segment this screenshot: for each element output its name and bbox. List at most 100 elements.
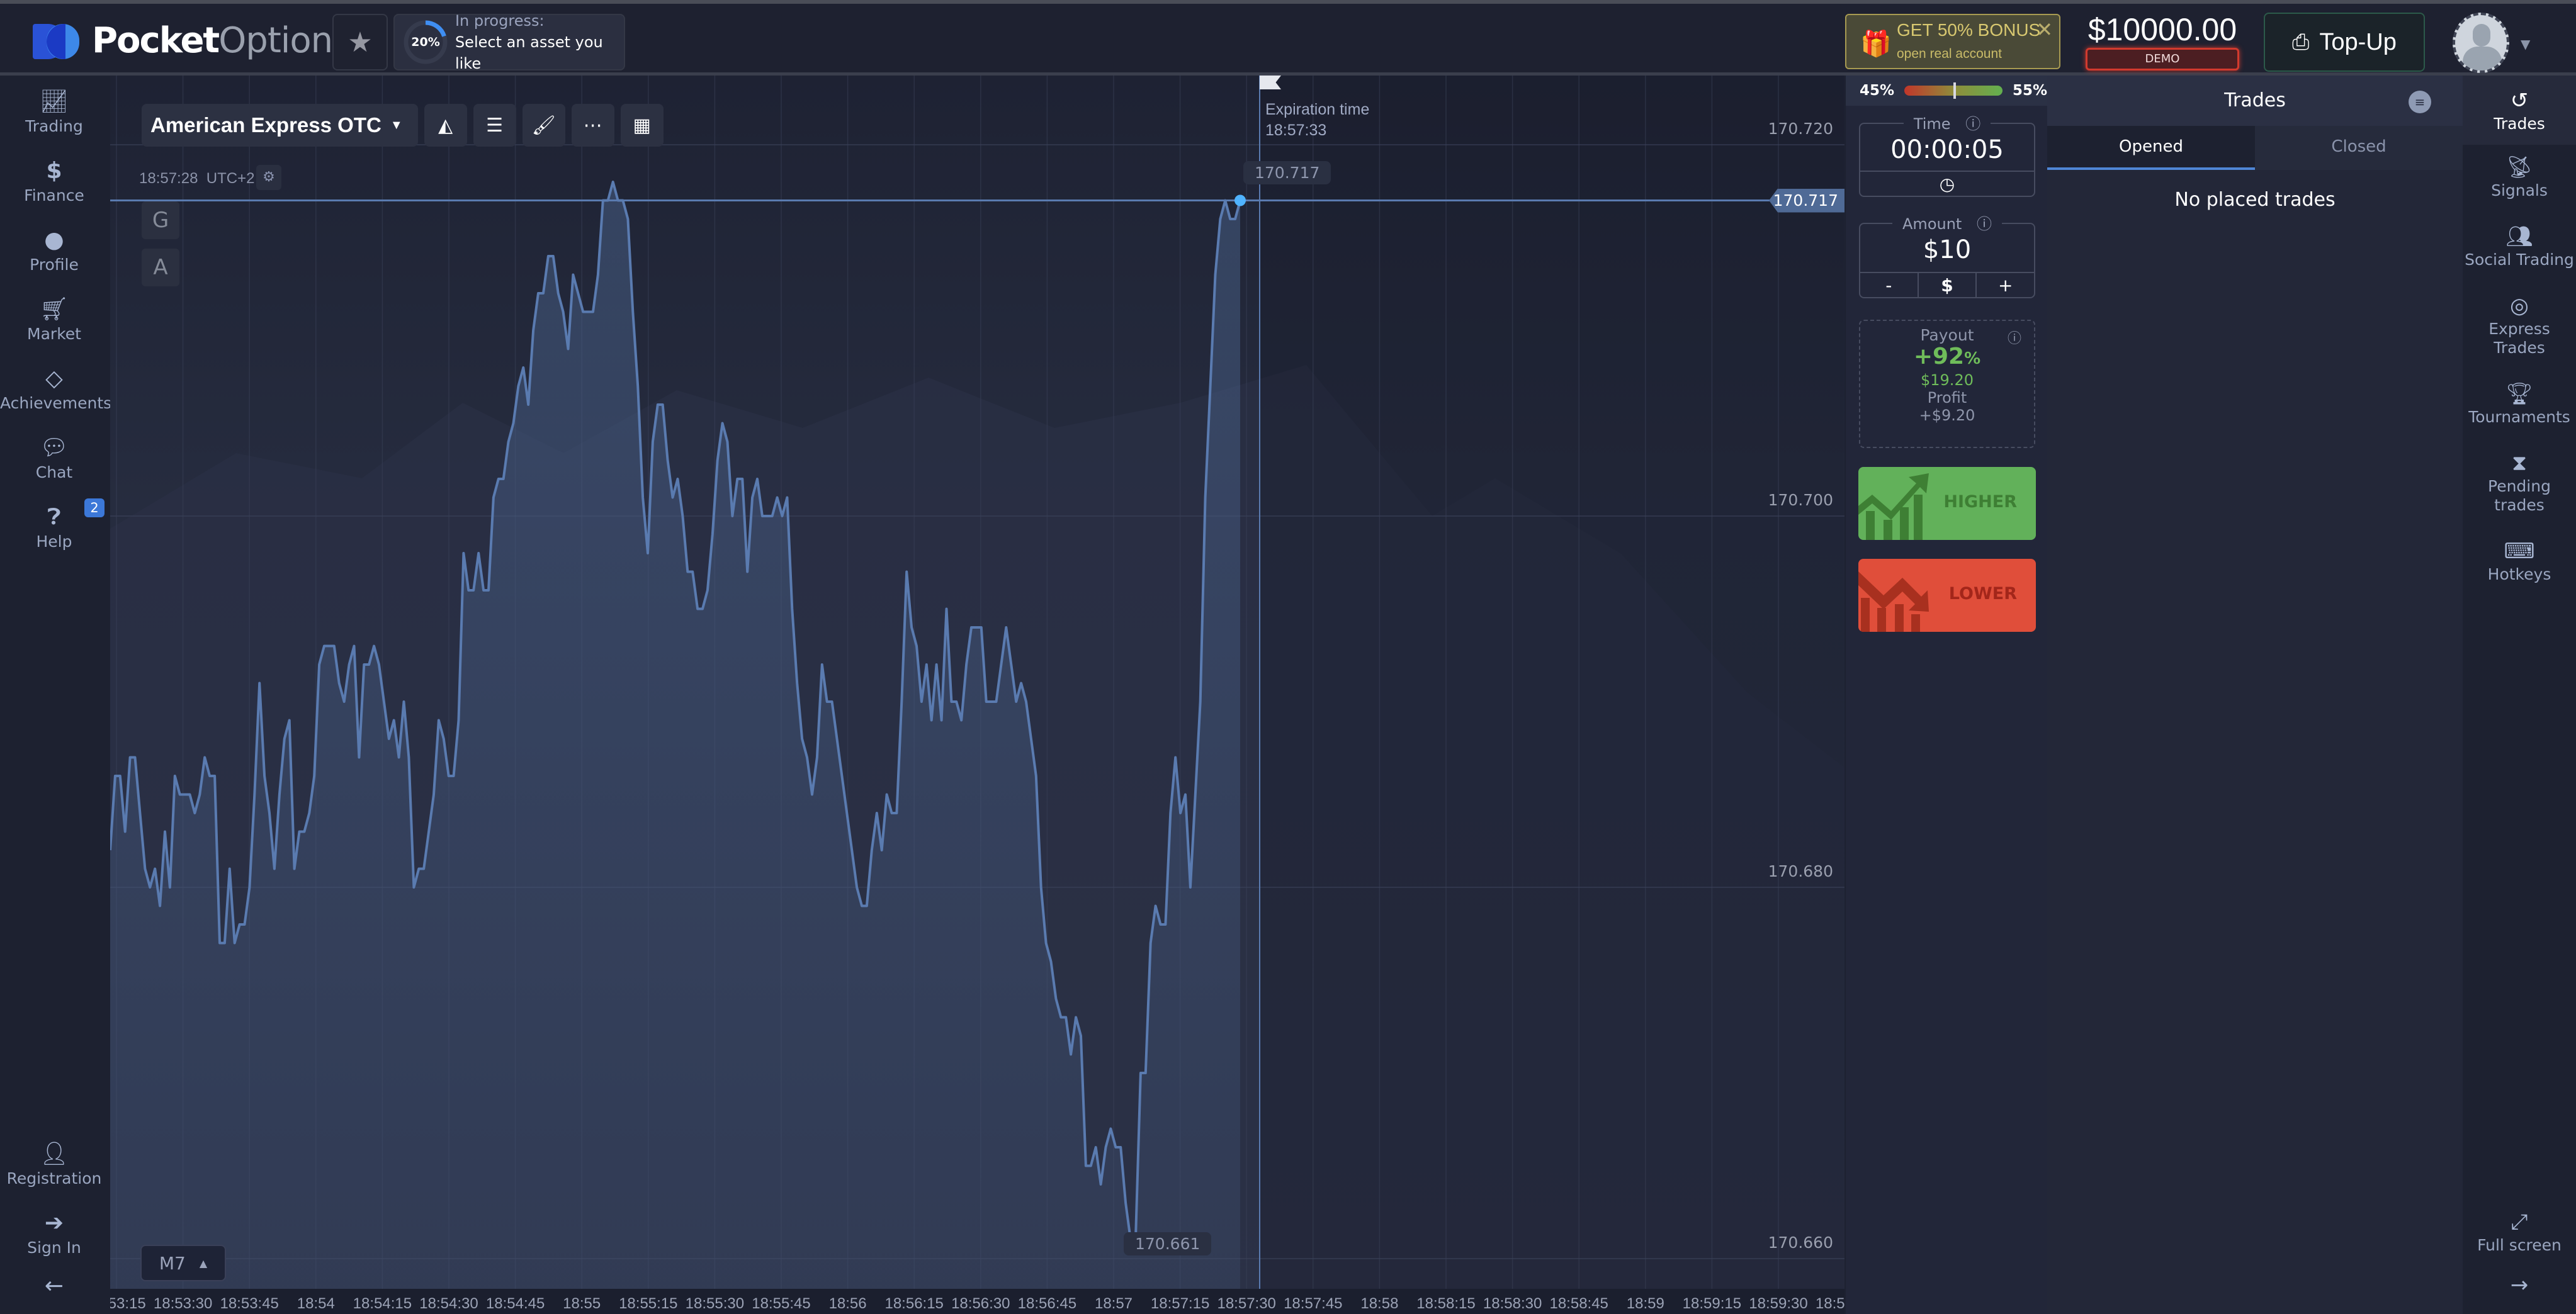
bonus-banner[interactable]: 🎁 GET 50% BONUS open real account ✕ xyxy=(1845,14,2060,69)
timeframe-selector[interactable]: M7 ▲ xyxy=(140,1245,226,1281)
chart-type-button[interactable]: ◭ xyxy=(424,104,467,147)
asset-selector[interactable]: American Express OTC ▼ xyxy=(142,104,418,147)
amount-field[interactable]: Amount ⓘ $10 - $ + xyxy=(1859,215,2035,298)
sentiment-buy: 55% xyxy=(2012,82,2047,99)
sidebar-item-social-trading[interactable]: 👥︎ Social Trading xyxy=(2463,223,2576,269)
help-icon[interactable]: ⓘ xyxy=(1971,215,1997,233)
account-balance[interactable]: $10000.00 xyxy=(2084,11,2241,48)
x-tick-label: 18:59 xyxy=(1626,1295,1664,1312)
sidebar-item-market[interactable]: 🛒︎ Market xyxy=(0,295,108,343)
amount-input[interactable]: $10 xyxy=(1860,235,2034,264)
expiration-info: Expiration time 18:57:33 xyxy=(1265,99,1369,141)
x-tick-label: 18:59:45 xyxy=(1815,1295,1844,1312)
side-button-g[interactable]: G xyxy=(142,201,179,239)
amount-decrease-button[interactable]: - xyxy=(1860,273,1919,298)
sidebar-item-label: Tournaments xyxy=(2468,408,2570,426)
bonus-subtitle: open real account xyxy=(1897,47,2002,61)
side-button-a[interactable]: A xyxy=(142,249,179,286)
x-tick-label: 18:58 xyxy=(1360,1295,1399,1312)
sentiment-sell: 45% xyxy=(1860,82,1895,99)
sidebar-item-label: Trades xyxy=(2494,339,2545,357)
progress-ring: 20% xyxy=(402,19,448,65)
logo[interactable]: Pocket Option xyxy=(33,20,333,61)
account-type-badge[interactable]: DEMO xyxy=(2086,48,2239,70)
sidebar-item-label: Finance xyxy=(24,186,84,205)
fullscreen-button[interactable]: ⤢ Full screen xyxy=(2463,1208,2576,1255)
x-tick-label: 18:55:15 xyxy=(619,1295,678,1312)
chevron-down-icon[interactable]: ▼ xyxy=(2521,36,2530,52)
top-up-button[interactable]: ⎙ Top-Up xyxy=(2264,13,2425,72)
x-tick-label: 18:54:45 xyxy=(485,1295,545,1312)
amount-increase-button[interactable]: + xyxy=(1977,273,2034,298)
avatar[interactable] xyxy=(2453,13,2509,73)
layout-button[interactable]: ▦ xyxy=(620,104,664,147)
profit-label: Profit xyxy=(1927,389,1967,407)
trades-title: Trades xyxy=(2224,89,2286,111)
sidebar-item-achievements[interactable]: ◇ Achievements xyxy=(0,364,111,412)
x-tick-label: 18:57:15 xyxy=(1150,1295,1210,1312)
more-button[interactable]: ⋯ xyxy=(571,104,614,147)
sentiment-bar xyxy=(1904,82,2003,99)
tab-opened[interactable]: Opened xyxy=(2047,126,2255,170)
payout-percent: +92% xyxy=(1913,344,1981,369)
help-icon[interactable]: ⓘ xyxy=(1960,115,1986,133)
x-tick-label: 18:59:15 xyxy=(1682,1295,1742,1312)
sidebar-item-express-trades[interactable]: ◎ Express Trades xyxy=(2463,292,2576,357)
currency-toggle-button[interactable]: $ xyxy=(1919,273,1977,298)
sidebar-item-label: Social Trading xyxy=(2465,250,2574,269)
gear-icon[interactable]: ⚙ xyxy=(256,165,281,190)
x-tick-label: 18:54 xyxy=(297,1295,335,1312)
list-icon[interactable]: ≡ xyxy=(2409,91,2431,113)
drawing-tools-button[interactable]: 🖌︎ xyxy=(522,104,565,147)
price-chart[interactable] xyxy=(110,76,1844,1314)
ellipsis-icon: ⋯ xyxy=(583,114,602,137)
current-price-dot xyxy=(1234,194,1246,206)
history-icon: ↺ xyxy=(2510,88,2529,113)
expiration-time: 18:57:33 xyxy=(1265,121,1327,139)
sidebar-item-pending-trades[interactable]: ⧗ Pending trades xyxy=(2463,449,2576,515)
trades-panel: Trades ≡ Opened Closed No placed trades xyxy=(2047,76,2463,1314)
chevron-down-icon: ▼ xyxy=(390,118,403,132)
sidebar-item-tournaments[interactable]: 🏆︎ Tournaments xyxy=(2463,380,2576,427)
x-tick-label: 18:54:30 xyxy=(419,1295,478,1312)
sidebar-item-help[interactable]: ❓︎ Help xyxy=(0,502,108,551)
onboarding-progress[interactable]: 20% In progress: Select an asset you lik… xyxy=(393,12,625,72)
sidebar-item-chat[interactable]: 💬︎ Chat xyxy=(0,433,108,481)
time-field[interactable]: Time ⓘ 00:00:05 ◷ xyxy=(1859,115,2035,197)
indicators-button[interactable]: ☰ xyxy=(473,104,516,147)
close-icon[interactable]: ✕ xyxy=(2036,18,2053,42)
x-tick-label: 18:57:30 xyxy=(1217,1295,1276,1312)
chart-area[interactable]: American Express OTC ▼ ◭ ☰ 🖌︎ ⋯ ▦ 18:57:2… xyxy=(110,76,1844,1314)
user-icon: ● xyxy=(44,227,64,253)
sidebar-item-trading[interactable]: 📈︎ Trading xyxy=(0,87,108,135)
future-zone-shade xyxy=(1260,76,1844,1289)
x-tick-label: 18:59:30 xyxy=(1749,1295,1808,1312)
area-chart-icon: ◭ xyxy=(438,114,453,137)
sidebar-item-profile[interactable]: ● Profile xyxy=(0,225,108,274)
sidebar-item-trades[interactable]: ↺ Trades xyxy=(2463,76,2576,145)
help-icon[interactable]: ⓘ xyxy=(2008,327,2021,347)
trend-up-icon xyxy=(1858,473,1929,540)
sidebar-item-finance[interactable]: $ Finance xyxy=(0,156,108,205)
time-mode-toggle[interactable]: ◷ xyxy=(1860,171,2034,197)
x-tick-label: 18:57:45 xyxy=(1284,1295,1343,1312)
time-value[interactable]: 00:00:05 xyxy=(1860,135,2034,164)
tab-closed[interactable]: Closed xyxy=(2255,126,2463,170)
favorites-button[interactable]: ★ xyxy=(332,14,388,70)
collapse-sidebar-button[interactable]: ← xyxy=(0,1271,108,1301)
sidebar-item-registration[interactable]: 👤︎ Registration xyxy=(0,1139,108,1188)
amount-label: Amount xyxy=(1897,215,1967,233)
sidebar-item-sign-in[interactable]: ➔ Sign In xyxy=(0,1208,108,1257)
collapse-right-sidebar-button[interactable]: → xyxy=(2463,1271,2576,1299)
low-price-bubble: 170.661 xyxy=(1124,1232,1212,1255)
progress-subtitle: Select an asset you like xyxy=(455,33,603,72)
lower-button[interactable]: LOWER xyxy=(1858,559,2036,632)
higher-button[interactable]: HIGHER xyxy=(1858,467,2036,540)
top-up-label: Top-Up xyxy=(2319,28,2397,55)
dollar-icon: $ xyxy=(46,158,62,184)
sidebar-item-label: Help xyxy=(36,532,72,551)
fullscreen-label: Full screen xyxy=(2477,1236,2562,1254)
help-icon: ❓︎ xyxy=(47,504,61,530)
sidebar-item-hotkeys[interactable]: ⌨ Hotkeys xyxy=(2463,537,2576,584)
sidebar-item-signals[interactable]: 📡︎ Signals xyxy=(2463,154,2576,200)
